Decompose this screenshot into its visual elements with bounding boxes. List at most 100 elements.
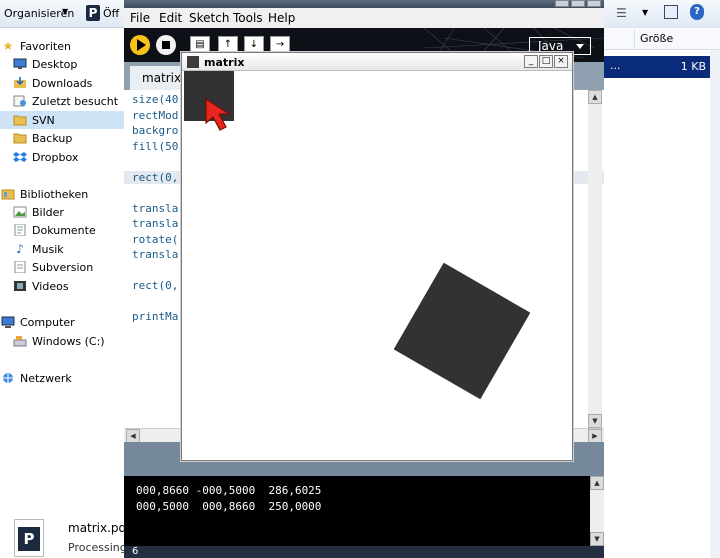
nav-item-subversion[interactable]: Subversion <box>0 258 125 276</box>
menu-edit[interactable]: Edit <box>159 11 182 25</box>
file-row[interactable]: ... 1 KB <box>604 56 710 78</box>
maximize-button[interactable]: □ <box>539 55 553 68</box>
music-icon: ♪ <box>16 242 24 256</box>
processing-icon: P <box>18 527 40 551</box>
code-line: fill(50 <box>132 139 179 153</box>
nav-item-netzwerk[interactable]: Netzwerk <box>0 369 125 387</box>
ide-titlebar <box>124 0 604 8</box>
preview-pane-icon[interactable] <box>664 5 678 19</box>
scroll-right-button[interactable]: ▶ <box>588 429 602 443</box>
play-icon <box>137 39 146 51</box>
maximize-button[interactable] <box>571 0 585 7</box>
nav-item-label: Computer <box>20 315 75 329</box>
scroll-up-button[interactable]: ▲ <box>590 476 604 490</box>
nav-item-musik[interactable]: ♪ Musik <box>0 240 125 258</box>
scroll-up-button[interactable]: ▲ <box>588 90 602 104</box>
nav-item-label: Windows (C:) <box>32 334 105 348</box>
scroll-down-button[interactable]: ▼ <box>588 414 602 428</box>
nav-item-label: Backup <box>32 131 73 145</box>
nav-item-dokumente[interactable]: Dokumente <box>0 221 125 239</box>
column-size-header[interactable]: Größe <box>640 32 673 45</box>
menu-file[interactable]: File <box>130 11 150 25</box>
star-icon: ★ <box>2 39 14 53</box>
file-row-name: ... <box>610 59 621 72</box>
mode-select-value: Java <box>538 39 564 53</box>
sketch-window: matrix _ □ × <box>181 52 573 461</box>
code-line: rect(0, <box>132 279 179 292</box>
ide-menubar: File Edit Sketch Tools Help <box>124 8 604 28</box>
nav-item-label: Videos <box>32 279 69 293</box>
nav-item-label: Downloads <box>32 76 93 90</box>
sketch-canvas[interactable] <box>182 71 572 460</box>
code-line: transla <box>132 248 179 261</box>
menu-help[interactable]: Help <box>268 11 295 25</box>
pictures-icon <box>12 205 28 219</box>
view-options-icon[interactable]: ☰ <box>616 6 627 20</box>
nav-item-backup[interactable]: Backup <box>0 129 125 147</box>
close-button[interactable]: × <box>554 55 568 68</box>
column-separator[interactable] <box>634 30 635 48</box>
nav-item-label: Musik <box>32 242 64 256</box>
nav-item-label: Subversion <box>32 260 94 274</box>
explorer-scrollbar[interactable] <box>710 50 720 558</box>
nav-item-label: Bilder <box>32 205 64 219</box>
nav-item-label: Netzwerk <box>20 371 72 385</box>
nav-item-label: Dokumente <box>32 223 96 237</box>
ide-window-controls <box>555 0 603 8</box>
menu-sketch[interactable]: Sketch <box>189 11 229 25</box>
arrow-up-icon: ↑ <box>223 39 233 50</box>
navigation-pane: ★ Favoriten Desktop Downloads Zuletzt be… <box>0 28 125 558</box>
file-thumbnail[interactable]: P <box>14 519 44 557</box>
nav-item-label: Zuletzt besucht <box>32 94 119 108</box>
nav-item-downloads[interactable]: Downloads <box>0 74 125 92</box>
subversion-icon <box>12 260 28 274</box>
nav-item-bilder[interactable]: Bilder <box>0 203 125 221</box>
nav-item-svn[interactable]: SVN <box>0 111 125 129</box>
stop-button[interactable] <box>156 35 176 55</box>
downloads-icon <box>12 76 28 90</box>
folder-icon <box>12 131 28 145</box>
code-line: rotate( <box>132 232 179 246</box>
close-button[interactable] <box>587 0 601 7</box>
nav-item-bibliotheken[interactable]: Bibliotheken <box>0 185 125 203</box>
console-scrollbar[interactable]: ▲ ▼ <box>590 476 604 546</box>
minimize-button[interactable] <box>555 0 569 7</box>
stop-icon <box>162 41 170 49</box>
column-header: Größe <box>604 28 720 50</box>
menu-tools[interactable]: Tools <box>233 11 263 25</box>
scroll-down-button[interactable]: ▼ <box>590 532 604 546</box>
nav-item-favoriten[interactable]: ★ Favoriten <box>0 37 125 55</box>
console-output[interactable]: 000,8660 -000,5000 286,6025 000,5000 000… <box>124 476 604 546</box>
desktop-icon <box>12 57 28 71</box>
code-line: printMa <box>132 310 179 323</box>
chevron-down-icon[interactable]: ▼ <box>62 7 68 16</box>
nav-item-label: Favoriten <box>20 39 71 53</box>
processing-icon: P <box>86 5 100 21</box>
nav-item-dropbox[interactable]: Dropbox <box>0 148 125 166</box>
chevron-down-icon[interactable]: ▼ <box>642 8 648 17</box>
chevron-down-icon <box>576 44 584 49</box>
nav-item-recent[interactable]: Zuletzt besucht <box>0 92 125 110</box>
nav-item-desktop[interactable]: Desktop <box>0 55 125 73</box>
line-number: 6 <box>132 546 139 557</box>
code-line: rectMod <box>132 108 179 122</box>
line-number-bar: 6 <box>124 546 604 558</box>
editor-vertical-scrollbar[interactable]: ▲ ▼ <box>588 90 602 428</box>
nav-item-windows-c[interactable]: Windows (C:) <box>0 332 125 350</box>
run-button[interactable] <box>130 35 150 55</box>
recent-places-icon <box>12 94 28 108</box>
minimize-button[interactable]: _ <box>524 55 538 68</box>
open-with-button[interactable]: Öff <box>103 7 119 20</box>
nav-item-computer[interactable]: Computer <box>0 313 125 331</box>
nav-item-label: Bibliotheken <box>20 187 89 201</box>
dropbox-icon <box>12 150 28 164</box>
explorer-view-toolbar: ☰ ▼ ? <box>604 0 720 28</box>
arrow-down-icon: ↓ <box>249 39 259 50</box>
scroll-left-button[interactable]: ◀ <box>126 429 140 443</box>
help-icon[interactable]: ? <box>690 4 704 20</box>
code-line: transla <box>132 201 179 215</box>
nav-item-videos[interactable]: Videos <box>0 277 125 295</box>
rotated-rect <box>394 263 530 399</box>
file-row-size: 1 KB <box>680 60 706 73</box>
sketch-titlebar[interactable]: matrix _ □ × <box>182 53 572 71</box>
